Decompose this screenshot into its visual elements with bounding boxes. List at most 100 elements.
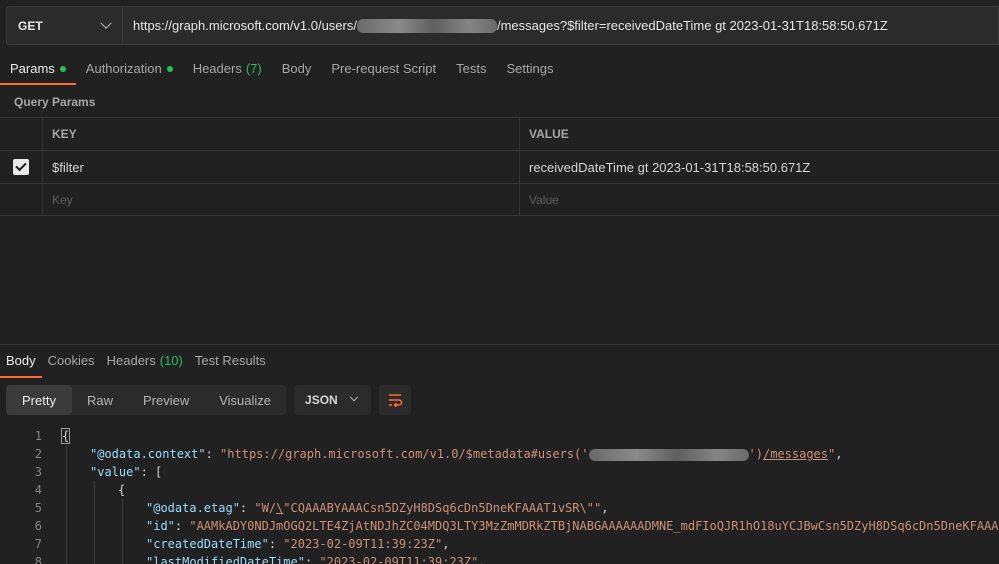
line-number: 5 <box>34 501 42 515</box>
tab-authorization[interactable]: Authorization <box>76 55 183 85</box>
json-token: "W/ <box>254 501 277 515</box>
tab-label: Test Results <box>194 353 266 368</box>
tab-label: Headers <box>192 61 242 76</box>
tab-pre-request-script[interactable]: Pre-request Script <box>321 55 446 85</box>
response-view-bar: Pretty Raw Preview Visualize JSON <box>6 385 412 415</box>
json-token: { <box>118 483 126 497</box>
method-label: GET <box>18 18 43 33</box>
json-token: "@odata.context" <box>90 447 206 461</box>
code-text: "lastModifiedDateTime": "2023-02-09T11:3… <box>146 553 486 564</box>
tab-params[interactable]: Params <box>0 55 76 85</box>
format-label: JSON <box>305 393 338 407</box>
view-mode-pretty[interactable]: Pretty <box>6 385 72 415</box>
code-line: 5 "@odata.etag": "W/\"CQAAABYAAACsn5DZyH8… <box>0 499 999 517</box>
response-divider[interactable] <box>0 344 999 345</box>
line-number: 4 <box>34 483 42 497</box>
wrap-lines-button[interactable] <box>379 385 412 415</box>
tab-body[interactable]: Body <box>272 55 322 85</box>
chevron-down-icon <box>349 392 359 402</box>
line-number: 3 <box>34 465 42 479</box>
url-input[interactable]: https://graph.microsoft.com/v1.0/users/ /… <box>123 6 999 45</box>
status-dot-icon <box>59 66 66 72</box>
json-token: "2023-02-09T11:39:23Z" <box>283 537 443 551</box>
code-line: 1{ <box>0 427 999 445</box>
tab-label: Headers <box>106 353 156 368</box>
key-column-header: KEY <box>43 118 520 150</box>
param-value-field[interactable]: receivedDateTime gt 2023-01-31T18:58:50.… <box>520 151 999 183</box>
view-mode-visualize[interactable]: Visualize <box>204 385 286 415</box>
code-text: "@odata.etag": "W/\"CQAAABYAAACsn5DZyH8D… <box>146 499 608 517</box>
line-number: 8 <box>34 555 42 564</box>
new-key-field[interactable]: Key <box>43 184 520 215</box>
param-key-field[interactable]: $filter <box>43 151 520 183</box>
json-token: , <box>601 501 609 515</box>
response-body[interactable]: 1{ 2 "@odata.context": "https://graph.micr… <box>0 427 999 564</box>
json-token: "value" <box>90 465 141 479</box>
json-token: { <box>60 428 71 444</box>
status-dot-icon <box>166 66 173 72</box>
json-token: , <box>835 447 843 461</box>
tab-label: Params <box>10 61 55 76</box>
json-token: "https://graph.microsoft.com/v1.0/$metad… <box>220 447 589 461</box>
code-text: "value": [ <box>90 463 162 481</box>
response-tab-cookies[interactable]: Cookies <box>42 353 101 378</box>
json-token: "CQAAABYAAACsn5DZyH8DSq6cDn5DneKFAAAT1vS… <box>283 501 602 515</box>
line-number: 7 <box>34 537 42 551</box>
key-placeholder: Key <box>52 192 73 207</box>
code-line: 6 "id": "AAMkADY0NDJmOGQ2LTE4ZjAtNDJhZC04… <box>0 517 999 535</box>
wrap-lines-icon <box>389 394 403 407</box>
param-enable-cell <box>0 184 43 215</box>
method-select[interactable]: GET <box>6 6 123 45</box>
json-token: : <box>304 555 320 564</box>
json-token: "AAMkADY0NDJmOGQ2LTE4ZjAtNDJhZC04MDQ3LTY… <box>189 519 999 533</box>
tab-label: Body <box>281 61 312 76</box>
view-mode-switch: Pretty Raw Preview Visualize <box>6 385 287 415</box>
query-params-title: Query Params <box>14 95 96 109</box>
table-header-row: KEY VALUE <box>0 117 999 150</box>
json-token: ') <box>748 447 763 461</box>
code-text: "createdDateTime": "2023-02-09T11:39:23Z… <box>146 535 449 553</box>
code-text: { <box>60 427 71 445</box>
url-suffix: /messages?$filter=receivedDateTime gt 20… <box>496 18 888 33</box>
table-row: $filter receivedDateTime gt 2023-01-31T1… <box>0 150 999 183</box>
json-token: "2023-02-09T11:39:23Z" <box>319 555 479 564</box>
response-tab-body[interactable]: Body <box>0 353 42 378</box>
code-text: { <box>118 481 125 499</box>
code-text: "@odata.context": "https://graph.microso… <box>90 445 842 463</box>
code-text: "id": "AAMkADY0NDJmOGQ2LTE4ZjAtNDJhZC04M… <box>146 517 999 535</box>
json-token: "lastModifiedDateTime" <box>146 555 305 564</box>
code-line: 3 "value": [ <box>0 463 999 481</box>
view-mode-raw[interactable]: Raw <box>72 385 128 415</box>
json-token: : <box>239 501 255 515</box>
tab-label: Authorization <box>85 61 162 76</box>
tab-settings[interactable]: Settings <box>496 55 563 85</box>
json-token: : <box>268 537 284 551</box>
tab-label: Pre-request Script <box>331 61 437 76</box>
json-token: "createdDateTime" <box>146 537 269 551</box>
tab-headers[interactable]: Headers (7) <box>183 55 272 85</box>
chevron-down-icon <box>100 17 112 29</box>
view-mode-preview[interactable]: Preview <box>128 385 204 415</box>
redacted-user-id <box>356 18 497 33</box>
new-value-field[interactable]: Value <box>520 184 999 215</box>
json-token: , <box>478 555 486 564</box>
tab-label: Body <box>6 353 36 368</box>
line-number: 6 <box>34 519 42 533</box>
response-tab-headers[interactable]: Headers (10) <box>101 353 189 378</box>
tab-label: Settings <box>506 61 554 76</box>
code-line: 7 "createdDateTime": "2023-02-09T11:39:23… <box>0 535 999 553</box>
param-enabled-checkbox[interactable] <box>13 159 29 175</box>
code-line: 2 "@odata.context": "https://graph.micros… <box>0 445 999 463</box>
format-select[interactable]: JSON <box>294 385 372 415</box>
response-tab-test-results[interactable]: Test Results <box>189 353 272 378</box>
table-row-new: Key Value <box>0 183 999 216</box>
json-token: "@odata.etag" <box>146 501 240 515</box>
json-token: : <box>174 519 190 533</box>
value-column-header: VALUE <box>529 127 569 141</box>
line-number: 2 <box>34 447 42 461</box>
request-url-bar: GET https://graph.microsoft.com/v1.0/use… <box>6 6 999 45</box>
tab-tests[interactable]: Tests <box>446 55 496 85</box>
json-token: : <box>205 447 221 461</box>
tab-count-badge: (10) <box>159 353 183 368</box>
query-params-table: KEY VALUE $filter receivedDateTime gt 20… <box>0 117 999 216</box>
